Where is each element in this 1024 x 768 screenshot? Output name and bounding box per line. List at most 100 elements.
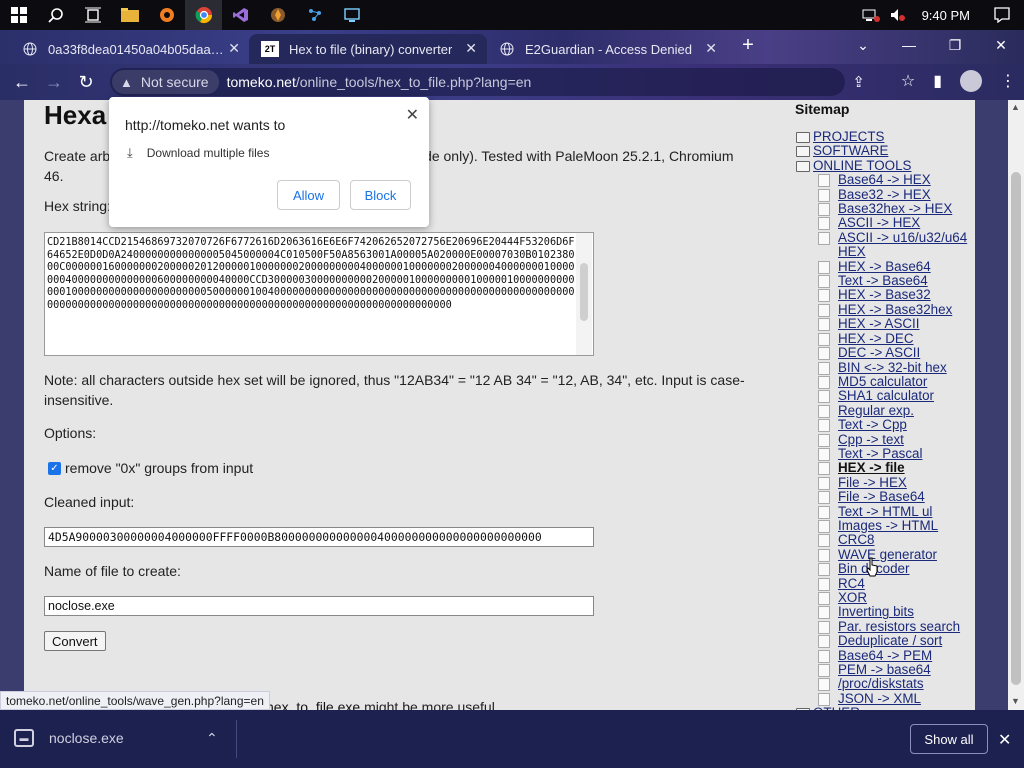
sitemap-item[interactable]: Cpp -> text bbox=[796, 432, 974, 447]
chrome-icon[interactable] bbox=[185, 0, 222, 30]
sitemap-item[interactable]: File -> Base64 bbox=[796, 489, 974, 505]
sitemap-item[interactable]: Text -> HTML ul bbox=[796, 504, 974, 519]
sitemap-item-label[interactable]: Regular exp. bbox=[838, 403, 914, 418]
remove-0x-option[interactable]: ✓ remove "0x" groups from input bbox=[48, 460, 253, 476]
close-icon[interactable]: ✕ bbox=[406, 105, 419, 125]
sitemap-item[interactable]: Base64 -> PEM bbox=[796, 648, 974, 663]
sitemap-folder-software[interactable]: SOFTWARE bbox=[796, 143, 974, 158]
forward-arrow-icon[interactable]: → bbox=[42, 70, 66, 94]
sitemap-item[interactable]: HEX -> Base32hex bbox=[796, 302, 974, 317]
sitemap-item[interactable]: JSON -> XML bbox=[796, 691, 974, 706]
sitemap-item[interactable]: HEX -> ASCII bbox=[796, 316, 974, 332]
sitemap-item[interactable]: WAVE generator bbox=[796, 547, 974, 562]
sitemap-item[interactable]: File -> HEX bbox=[796, 475, 974, 490]
minimize-button[interactable]: — bbox=[886, 30, 932, 60]
sitemap-item[interactable]: Deduplicate / sort bbox=[796, 633, 974, 649]
sitemap-item-label[interactable]: SHA1 calculator bbox=[838, 388, 934, 403]
sitemap-item-label[interactable]: Par. resistors search bbox=[838, 619, 960, 634]
sitemap-item[interactable]: Text -> Cpp bbox=[796, 417, 974, 433]
url-text[interactable]: tomeko.net/online_tools/hex_to_file.php?… bbox=[227, 74, 532, 90]
sitemap-item-label[interactable]: DEC -> ASCII bbox=[838, 345, 920, 360]
sitemap-item-label[interactable]: Base64 -> PEM bbox=[838, 648, 932, 663]
sitemap-item[interactable]: DEC -> ASCII bbox=[796, 345, 974, 361]
sitemap-item-label[interactable]: Images -> HTML bbox=[838, 518, 938, 533]
close-tab-icon[interactable]: ✕ bbox=[465, 40, 477, 57]
sitemap-item-label[interactable]: ASCII -> u16/u32/u64 HEX bbox=[838, 230, 974, 260]
profile-avatar[interactable] bbox=[960, 70, 982, 92]
sitemap-item[interactable]: Images -> HTML bbox=[796, 518, 974, 533]
download-item[interactable]: ▬ noclose.exe bbox=[14, 729, 124, 747]
chevron-up-icon[interactable]: ⌃ bbox=[206, 730, 218, 747]
sitemap-item-label[interactable]: HEX -> ASCII bbox=[838, 316, 920, 331]
sitemap-folder-online-tools[interactable]: ONLINE TOOLS bbox=[796, 158, 974, 173]
address-bar[interactable]: ▲ Not secure tomeko.net/online_tools/hex… bbox=[110, 68, 865, 96]
tab-e2guardian[interactable]: E2Guardian - Access Denied ✕ bbox=[487, 34, 727, 64]
sitemap-item[interactable]: /proc/diskstats bbox=[796, 677, 974, 692]
tab-hex-to-file[interactable]: 2T Hex to file (binary) converter ✕ bbox=[249, 34, 487, 64]
sitemap-item-label[interactable]: Text -> Pascal bbox=[838, 446, 922, 461]
close-window-button[interactable]: ✕ bbox=[978, 30, 1024, 60]
sitemap-item-label[interactable]: ASCII -> HEX bbox=[838, 216, 920, 231]
clock[interactable]: 9:40 PM bbox=[922, 8, 970, 23]
sitemap-item[interactable]: Regular exp. bbox=[796, 403, 974, 418]
sitemap-item-label[interactable]: HEX -> file bbox=[838, 460, 905, 475]
close-tab-icon[interactable]: ✕ bbox=[228, 40, 240, 57]
hex-string-textarea[interactable] bbox=[44, 232, 594, 356]
sitemap-item[interactable]: HEX -> DEC bbox=[796, 331, 974, 346]
page-scrollbar[interactable]: ▲ ▼ bbox=[1008, 100, 1024, 710]
sitemap-item-label[interactable]: Inverting bits bbox=[838, 604, 914, 619]
close-tab-icon[interactable]: ✕ bbox=[705, 40, 717, 57]
sitemap-item[interactable]: ASCII -> HEX bbox=[796, 216, 974, 231]
sitemap-item-label[interactable]: CRC8 bbox=[838, 532, 874, 547]
convert-button[interactable]: Convert bbox=[44, 631, 106, 651]
sitemap-item[interactable]: ASCII -> u16/u32/u64 HEX bbox=[796, 230, 974, 260]
sitemap-item-label[interactable]: File -> Base64 bbox=[838, 489, 925, 504]
sitemap-item-label[interactable]: Base32 -> HEX bbox=[838, 187, 931, 202]
sitemap-item-label[interactable]: Text -> Base64 bbox=[838, 273, 928, 288]
sitemap-item[interactable]: Par. resistors search bbox=[796, 619, 974, 634]
security-indicator[interactable]: ▲ Not secure bbox=[112, 70, 219, 94]
page-scroll-thumb[interactable] bbox=[1011, 172, 1021, 685]
sitemap-item-label[interactable]: /proc/diskstats bbox=[838, 677, 924, 692]
sitemap-item-label[interactable]: Deduplicate / sort bbox=[838, 633, 942, 648]
sitemap-item[interactable]: Inverting bits bbox=[796, 604, 974, 620]
sitemap-item-label[interactable]: HEX -> Base32 bbox=[838, 288, 931, 303]
sitemap-item-label[interactable]: HEX -> DEC bbox=[838, 331, 914, 346]
sitemap-item-label[interactable]: Cpp -> text bbox=[838, 432, 904, 447]
sitemap-item-label[interactable]: WAVE generator bbox=[838, 547, 937, 562]
sitemap-item[interactable]: RC4 bbox=[796, 576, 974, 591]
visual-studio-icon[interactable] bbox=[222, 0, 259, 30]
remove-0x-checkbox[interactable]: ✓ bbox=[48, 461, 61, 475]
network-icon[interactable] bbox=[862, 8, 880, 22]
task-view-icon[interactable] bbox=[74, 0, 111, 30]
sitemap-item-label[interactable]: JSON -> XML bbox=[838, 691, 921, 706]
filename-input[interactable]: noclose.exe bbox=[44, 596, 594, 616]
sitemap-item-label[interactable]: MD5 calculator bbox=[838, 374, 927, 389]
sitemap-item-label[interactable]: PEM -> base64 bbox=[838, 662, 931, 677]
sitemap-item[interactable]: Base32hex -> HEX bbox=[796, 201, 974, 217]
sitemap-item-label[interactable]: HEX -> Base32hex bbox=[838, 302, 952, 317]
close-shelf-icon[interactable]: ✕ bbox=[998, 730, 1011, 750]
tab-0a33[interactable]: 0a33f8dea01450a04b05daa9656 ✕ bbox=[10, 34, 250, 64]
sitemap-item[interactable]: HEX -> Base64 bbox=[796, 259, 974, 274]
sitemap-folder-label[interactable]: SOFTWARE bbox=[813, 143, 888, 158]
sitemap-item[interactable]: HEX -> file bbox=[796, 460, 974, 476]
sitemap-folder-projects[interactable]: PROJECTS bbox=[796, 129, 974, 144]
sitemap-item-label[interactable]: Text -> Cpp bbox=[838, 417, 907, 432]
show-all-button[interactable]: Show all bbox=[910, 724, 988, 754]
sitemap-folder-label[interactable]: PROJECTS bbox=[813, 129, 884, 144]
sitemap-item[interactable]: HEX -> Base32 bbox=[796, 288, 974, 303]
volume-muted-icon[interactable] bbox=[890, 8, 906, 22]
sitemap-item-label[interactable]: XOR bbox=[838, 590, 867, 605]
sitemap-item[interactable]: Base64 -> HEX bbox=[796, 172, 974, 188]
windows-start-icon[interactable] bbox=[0, 0, 37, 30]
menu-kebab-icon[interactable]: ⋮ bbox=[1000, 71, 1016, 91]
sitemap-folder-label[interactable]: ONLINE TOOLS bbox=[813, 158, 911, 173]
sitemap-item[interactable]: Text -> Pascal bbox=[796, 446, 974, 461]
search-icon[interactable] bbox=[37, 0, 74, 30]
share-icon[interactable]: ⇪ bbox=[852, 73, 865, 91]
sitemap-item-label[interactable]: BIN <-> 32-bit hex bbox=[838, 360, 947, 375]
browser-alt-icon[interactable] bbox=[259, 0, 296, 30]
network-tool-icon[interactable] bbox=[296, 0, 333, 30]
monitor-app-icon[interactable] bbox=[333, 0, 370, 30]
